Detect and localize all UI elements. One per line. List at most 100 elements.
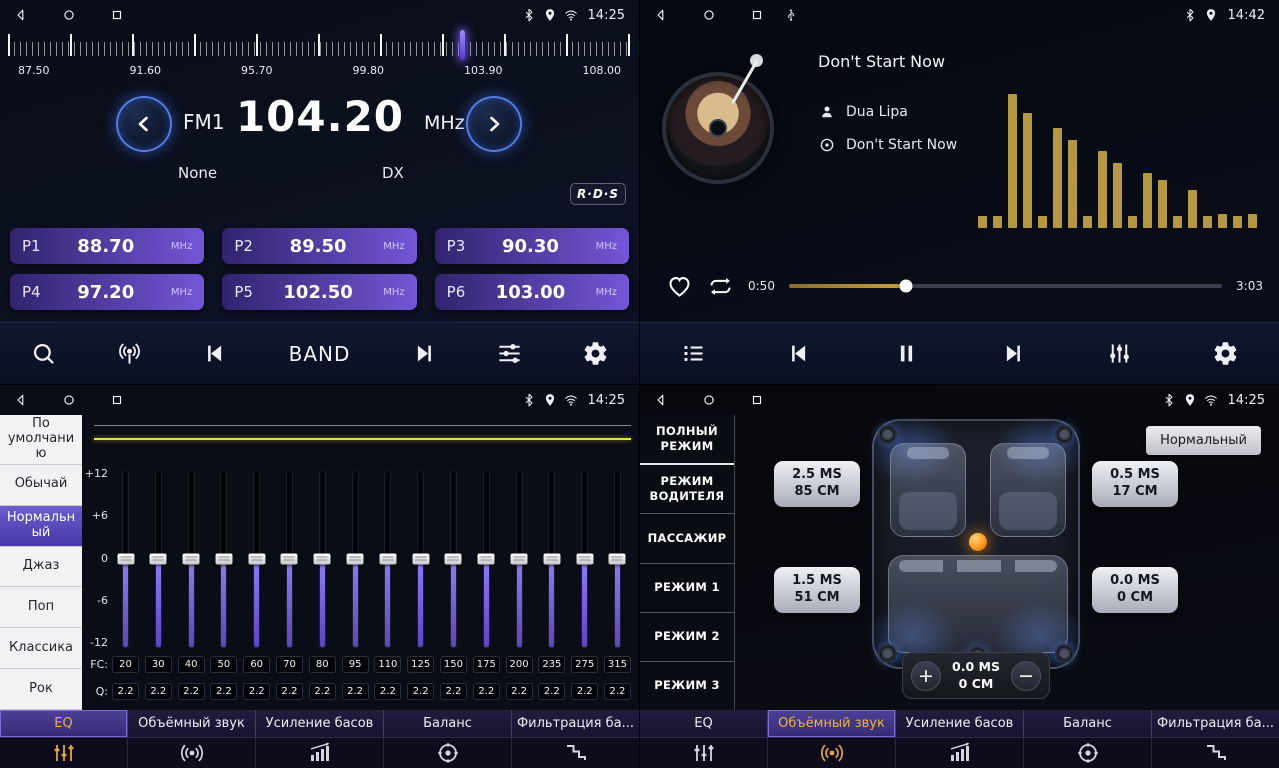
nav-home-icon[interactable]: [62, 393, 76, 407]
eq-slider-handle[interactable]: [347, 554, 364, 565]
eq-tab-icon[interactable]: [640, 738, 768, 768]
eq-slider-handle[interactable]: [478, 554, 495, 565]
sound-preset-button[interactable]: Нормальный: [1146, 426, 1261, 455]
audio-tab[interactable]: Фильтрация ба...: [512, 710, 639, 737]
nav-home-icon[interactable]: [702, 8, 716, 22]
eq-slider-handle[interactable]: [412, 554, 429, 565]
eq-slider-handle[interactable]: [511, 554, 528, 565]
eq-slider-handle[interactable]: [314, 554, 331, 565]
audio-tab[interactable]: EQ: [640, 710, 768, 737]
eq-band-slider[interactable]: [342, 471, 369, 647]
audio-tab[interactable]: Баланс: [384, 710, 512, 737]
eq-band-slider[interactable]: [440, 471, 467, 647]
eq-slider-handle[interactable]: [379, 554, 396, 565]
eq-slider-track[interactable]: [517, 471, 522, 647]
eq-slider-track[interactable]: [254, 471, 259, 647]
nav-recents-icon[interactable]: [750, 8, 764, 22]
eq-band-slider[interactable]: [178, 471, 205, 647]
seek-bar[interactable]: [789, 284, 1222, 288]
eq-slider-handle[interactable]: [248, 554, 265, 565]
surround-tab-icon[interactable]: [128, 738, 256, 768]
eq-slider-handle[interactable]: [543, 554, 560, 565]
delay-decrease-button[interactable]: −: [1011, 661, 1041, 691]
eq-slider-track[interactable]: [549, 471, 554, 647]
eq-band-slider[interactable]: [407, 471, 434, 647]
favorite-button[interactable]: [666, 273, 693, 300]
tune-down-button[interactable]: [116, 96, 172, 152]
rear-left-delay-button[interactable]: 1.5 MS 51 CM: [774, 567, 860, 613]
eq-preset-item[interactable]: По умолчанию: [0, 415, 82, 465]
frequency-scale[interactable]: 87.50 91.60 95.70 99.80 103.90 108.00: [8, 34, 631, 80]
eq-preset-item[interactable]: Нормальный: [0, 506, 82, 547]
bass-boost-tab-icon[interactable]: [256, 738, 384, 768]
radio-preset-button[interactable]: P6 103.00 MHz: [435, 274, 629, 310]
eq-slider-track[interactable]: [353, 471, 358, 647]
sound-mode-item[interactable]: ПОЛНЫЙ РЕЖИМ: [640, 415, 734, 465]
eq-slider-handle[interactable]: [609, 554, 626, 565]
eq-band-slider[interactable]: [276, 471, 303, 647]
eq-slider-handle[interactable]: [183, 554, 200, 565]
eq-slider-track[interactable]: [484, 471, 489, 647]
eq-band-slider[interactable]: [538, 471, 565, 647]
eq-slider-track[interactable]: [221, 471, 226, 647]
balance-tab-icon[interactable]: [384, 738, 512, 768]
eq-preset-item[interactable]: Поп: [0, 587, 82, 628]
filter-tab-icon[interactable]: [512, 738, 639, 768]
audio-tab[interactable]: Объёмный звук: [768, 710, 896, 737]
front-right-delay-button[interactable]: 0.5 MS 17 CM: [1092, 461, 1178, 507]
eq-preset-item[interactable]: Рок: [0, 669, 82, 710]
surround-tab-icon[interactable]: [768, 738, 896, 768]
tune-up-button[interactable]: [466, 96, 522, 152]
eq-slider-track[interactable]: [385, 471, 390, 647]
eq-slider-handle[interactable]: [117, 554, 134, 565]
next-track-button[interactable]: [999, 340, 1026, 367]
eq-slider-handle[interactable]: [215, 554, 232, 565]
nav-back-icon[interactable]: [14, 393, 28, 407]
sound-mode-item[interactable]: ПАССАЖИР: [640, 514, 734, 563]
eq-slider-track[interactable]: [451, 471, 456, 647]
radio-preset-button[interactable]: P1 88.70 MHz: [10, 228, 204, 264]
eq-band-slider[interactable]: [309, 471, 336, 647]
audio-tab[interactable]: Усиление басов: [256, 710, 384, 737]
sound-mode-item[interactable]: РЕЖИМ 3: [640, 662, 734, 710]
eq-band-slider[interactable]: [571, 471, 598, 647]
eq-slider-track[interactable]: [582, 471, 587, 647]
bass-boost-tab-icon[interactable]: [896, 738, 1024, 768]
eq-preset-item[interactable]: Джаз: [0, 547, 82, 588]
nav-home-icon[interactable]: [62, 8, 76, 22]
settings-button[interactable]: [582, 340, 609, 367]
previous-station-button[interactable]: [202, 340, 229, 367]
radio-preset-button[interactable]: P2 89.50 MHz: [222, 228, 416, 264]
nav-back-icon[interactable]: [654, 393, 668, 407]
eq-slider-track[interactable]: [189, 471, 194, 647]
broadcast-button[interactable]: [116, 340, 143, 367]
pause-button[interactable]: [893, 340, 920, 367]
previous-track-button[interactable]: [786, 340, 813, 367]
audio-tab[interactable]: EQ: [0, 710, 128, 737]
radio-preset-button[interactable]: P5 102.50 MHz: [222, 274, 416, 310]
audio-tab[interactable]: Усиление басов: [896, 710, 1024, 737]
radio-preset-button[interactable]: P3 90.30 MHz: [435, 228, 629, 264]
sound-mode-item[interactable]: РЕЖИМ ВОДИТЕЛЯ: [640, 465, 734, 514]
audio-tab[interactable]: Объёмный звук: [128, 710, 256, 737]
eq-band-slider[interactable]: [210, 471, 237, 647]
band-button[interactable]: BAND: [289, 342, 351, 366]
eq-slider-handle[interactable]: [281, 554, 298, 565]
next-station-button[interactable]: [410, 340, 437, 367]
eq-slider-handle[interactable]: [576, 554, 593, 565]
eq-slider-track[interactable]: [418, 471, 423, 647]
listening-position-marker[interactable]: [969, 533, 987, 551]
rear-right-delay-button[interactable]: 0.0 MS 0 CM: [1092, 567, 1178, 613]
eq-band-slider[interactable]: [604, 471, 631, 647]
eq-preset-item[interactable]: Классика: [0, 628, 82, 669]
delay-increase-button[interactable]: +: [911, 661, 941, 691]
eq-tab-icon[interactable]: [0, 738, 128, 768]
nav-recents-icon[interactable]: [110, 8, 124, 22]
eq-slider-track[interactable]: [156, 471, 161, 647]
audio-settings-button[interactable]: [496, 340, 523, 367]
audio-tab[interactable]: Фильтрация ба...: [1152, 710, 1279, 737]
eq-preset-item[interactable]: Обычай: [0, 465, 82, 506]
eq-band-slider[interactable]: [145, 471, 172, 647]
seek-bar-thumb[interactable]: [899, 280, 912, 293]
balance-tab-icon[interactable]: [1024, 738, 1152, 768]
